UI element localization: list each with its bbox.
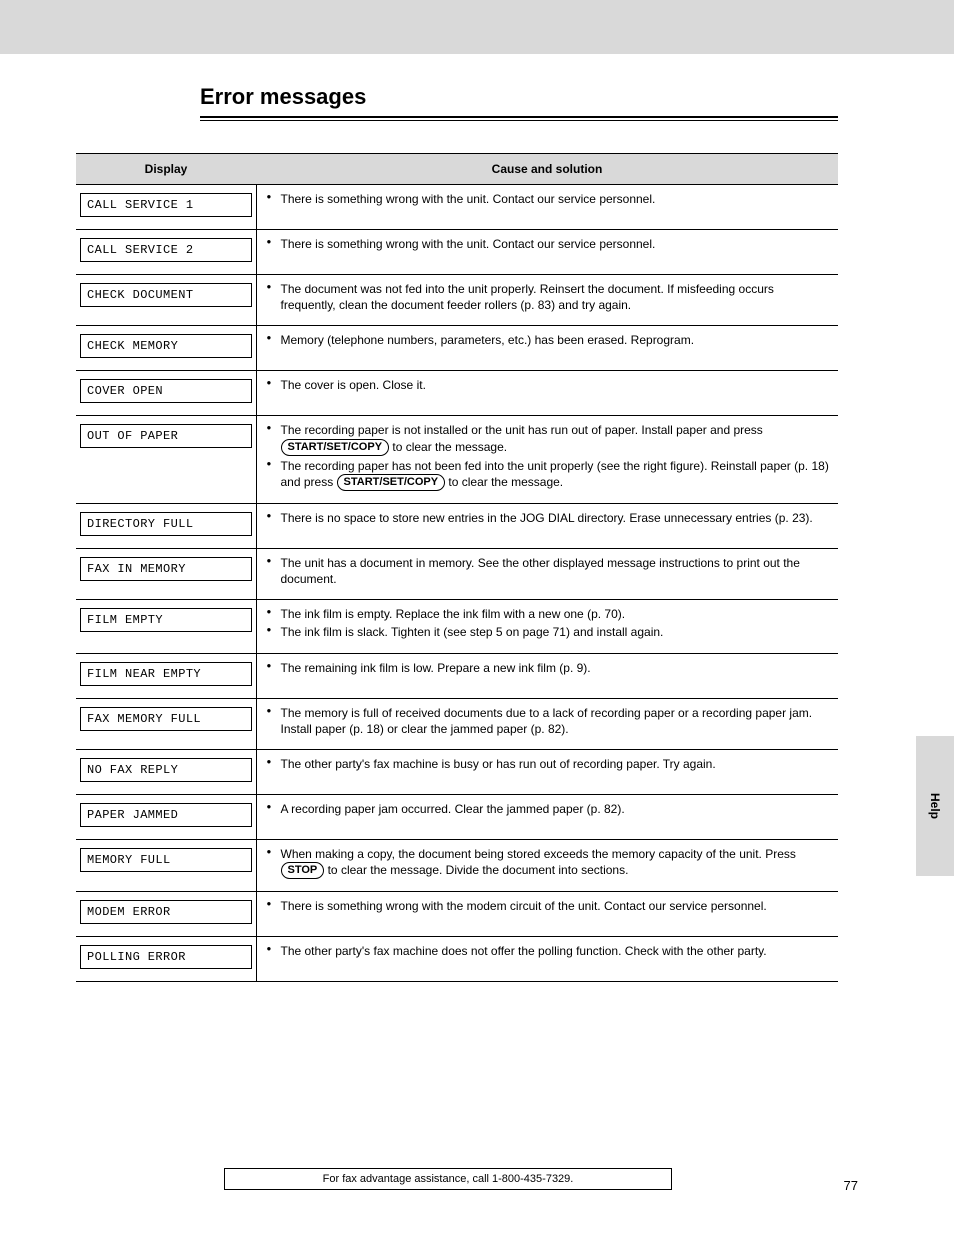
footer-assistance: For fax advantage assistance, call 1-800…	[224, 1168, 672, 1190]
side-tab-help: Help	[916, 736, 954, 876]
cause-cell: The ink film is empty. Replace the ink f…	[256, 600, 838, 653]
table-row: PAPER JAMMED A recording paper jam occurr…	[76, 794, 838, 839]
table-row: CALL SERVICE 2 There is something wrong w…	[76, 230, 838, 275]
display-message-cell: CALL SERVICE 1	[76, 185, 256, 230]
cause-item: The unit has a document in memory. See t…	[267, 555, 831, 587]
table-row: FAX MEMORY FULL The memory is full of rec…	[76, 698, 838, 749]
cause-item: The ink film is empty. Replace the ink f…	[267, 606, 831, 622]
display-message-cell: OUT OF PAPER	[76, 416, 256, 503]
display-message: CALL SERVICE 2	[80, 238, 252, 262]
display-message: FILM EMPTY	[80, 608, 252, 632]
table-row: MODEM ERROR There is something wrong with…	[76, 892, 838, 937]
cause-cell: Memory (telephone numbers, parameters, e…	[256, 326, 838, 371]
display-message: PAPER JAMMED	[80, 803, 252, 827]
cause-item: The document was not fed into the unit p…	[267, 281, 831, 313]
display-message: FILM NEAR EMPTY	[80, 662, 252, 686]
cause-item: There is something wrong with the unit. …	[267, 191, 831, 207]
table-row: CHECK DOCUMENT The document was not fed i…	[76, 275, 838, 326]
table-row: FILM NEAR EMPTY The remaining ink film is…	[76, 653, 838, 698]
table-row: CHECK MEMORY Memory (telephone numbers, p…	[76, 326, 838, 371]
cause-cell: The other party's fax machine is busy or…	[256, 749, 838, 794]
display-message-cell: DIRECTORY FULL	[76, 503, 256, 548]
cause-cell: The unit has a document in memory. See t…	[256, 548, 838, 599]
cause-cell: When making a copy, the document being s…	[256, 839, 838, 891]
table-row: OUT OF PAPER The recording paper is not i…	[76, 416, 838, 503]
cause-item: The remaining ink film is low. Prepare a…	[267, 660, 831, 676]
display-message-cell: FAX MEMORY FULL	[76, 698, 256, 749]
start-set-copy-button-label: START/SET/COPY	[337, 474, 446, 491]
cause-cell: There is no space to store new entries i…	[256, 503, 838, 548]
display-message: OUT OF PAPER	[80, 424, 252, 448]
cause-cell: The memory is full of received documents…	[256, 698, 838, 749]
display-message-cell: MEMORY FULL	[76, 839, 256, 891]
cause-cell: The document was not fed into the unit p…	[256, 275, 838, 326]
display-message: CALL SERVICE 1	[80, 193, 252, 217]
table-row: CALL SERVICE 1 There is something wrong w…	[76, 185, 838, 230]
start-set-copy-button-label: START/SET/COPY	[281, 439, 390, 456]
cause-item: Memory (telephone numbers, parameters, e…	[267, 332, 831, 348]
display-message: MODEM ERROR	[80, 900, 252, 924]
table-row: MEMORY FULL When making a copy, the docum…	[76, 839, 838, 891]
cause-cell: There is something wrong with the unit. …	[256, 230, 838, 275]
display-message: CHECK DOCUMENT	[80, 283, 252, 307]
table-row: FAX IN MEMORY The unit has a document in …	[76, 548, 838, 599]
section-title: Error messages	[200, 84, 954, 110]
display-message: NO FAX REPLY	[80, 758, 252, 782]
table-row: POLLING ERROR The other party's fax machi…	[76, 937, 838, 982]
cause-cell: A recording paper jam occurred. Clear th…	[256, 794, 838, 839]
cause-item: There is something wrong with the modem …	[267, 898, 831, 914]
display-message-cell: FAX IN MEMORY	[76, 548, 256, 599]
display-message: MEMORY FULL	[80, 848, 252, 872]
display-message-cell: FILM NEAR EMPTY	[76, 653, 256, 698]
header-bar	[0, 0, 954, 54]
display-message-cell: MODEM ERROR	[76, 892, 256, 937]
display-message-cell: POLLING ERROR	[76, 937, 256, 982]
error-table: Display Cause and solution CALL SERVICE …	[76, 153, 838, 982]
display-message: FAX IN MEMORY	[80, 557, 252, 581]
display-message: FAX MEMORY FULL	[80, 707, 252, 731]
cause-cell: The other party's fax machine does not o…	[256, 937, 838, 982]
display-message-cell: CHECK DOCUMENT	[76, 275, 256, 326]
display-message: CHECK MEMORY	[80, 334, 252, 358]
table-row: DIRECTORY FULL There is no space to store…	[76, 503, 838, 548]
table-row: COVER OPEN The cover is open. Close it.	[76, 371, 838, 416]
col-cause: Cause and solution	[256, 154, 838, 185]
display-message-cell: FILM EMPTY	[76, 600, 256, 653]
display-message: POLLING ERROR	[80, 945, 252, 969]
cause-item: The cover is open. Close it.	[267, 377, 831, 393]
cause-cell: The cover is open. Close it.	[256, 371, 838, 416]
cause-item: The other party's fax machine does not o…	[267, 943, 831, 959]
cause-item: There is something wrong with the unit. …	[267, 236, 831, 252]
cause-item: The recording paper is not installed or …	[267, 422, 831, 455]
table-row: NO FAX REPLY The other party's fax machin…	[76, 749, 838, 794]
display-message-cell: CALL SERVICE 2	[76, 230, 256, 275]
table-row: FILM EMPTY The ink film is empty. Replace…	[76, 600, 838, 653]
display-message: COVER OPEN	[80, 379, 252, 403]
display-message-cell: COVER OPEN	[76, 371, 256, 416]
display-message-cell: PAPER JAMMED	[76, 794, 256, 839]
cause-item: There is no space to store new entries i…	[267, 510, 831, 526]
display-message: DIRECTORY FULL	[80, 512, 252, 536]
section-rule	[200, 116, 838, 121]
display-message-cell: CHECK MEMORY	[76, 326, 256, 371]
cause-item: The other party's fax machine is busy or…	[267, 756, 831, 772]
page-number: 77	[844, 1178, 858, 1193]
stop-button-label: STOP	[281, 862, 325, 879]
cause-item: A recording paper jam occurred. Clear th…	[267, 801, 831, 817]
cause-cell: There is something wrong with the unit. …	[256, 185, 838, 230]
cause-cell: The remaining ink film is low. Prepare a…	[256, 653, 838, 698]
cause-item: The ink film is slack. Tighten it (see s…	[267, 624, 831, 640]
cause-cell: There is something wrong with the modem …	[256, 892, 838, 937]
cause-item: The recording paper has not been fed int…	[267, 458, 831, 491]
cause-item: When making a copy, the document being s…	[267, 846, 831, 879]
cause-cell: The recording paper is not installed or …	[256, 416, 838, 503]
col-display: Display	[76, 154, 256, 185]
display-message-cell: NO FAX REPLY	[76, 749, 256, 794]
cause-item: The memory is full of received documents…	[267, 705, 831, 737]
